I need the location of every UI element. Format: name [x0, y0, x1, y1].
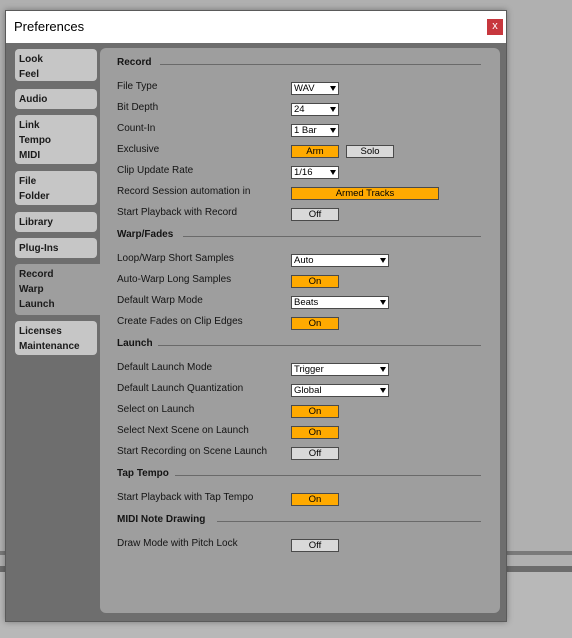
chevron-down-icon [380, 367, 386, 372]
tab-label: Audio [19, 94, 48, 105]
auto-warp-toggle[interactable]: On [291, 275, 339, 288]
file-type-dropdown[interactable]: WAV [291, 82, 339, 95]
close-button[interactable]: x [487, 19, 503, 35]
label-default-warp-mode: Default Warp Mode [117, 295, 203, 306]
dropdown-value: 24 [294, 104, 305, 115]
section-divider [183, 236, 481, 237]
label-record-automation: Record Session automation in [117, 186, 251, 197]
tab-label: Library [19, 217, 53, 228]
chevron-down-icon [380, 258, 386, 263]
create-fades-toggle[interactable]: On [291, 317, 339, 330]
chevron-down-icon [380, 300, 386, 305]
tab-label: Folder [19, 191, 50, 202]
pitch-lock-toggle[interactable]: Off [291, 539, 339, 552]
start-recording-scene-toggle[interactable]: Off [291, 447, 339, 460]
dropdown-value: 1/16 [294, 167, 313, 178]
chevron-down-icon [330, 170, 336, 175]
tab-label: Look [19, 54, 43, 65]
tab-label: Record [19, 269, 54, 280]
label-select-next-scene: Select Next Scene on Launch [117, 425, 249, 436]
tab-label: Link [19, 120, 40, 131]
tab-label: MIDI [19, 150, 41, 161]
default-warp-mode-dropdown[interactable]: Beats [291, 296, 389, 309]
tab-label: Warp [19, 284, 44, 295]
tab-link-tempo-midi[interactable]: Link Tempo MIDI [15, 115, 97, 164]
count-in-dropdown[interactable]: 1 Bar [291, 124, 339, 137]
chevron-down-icon [330, 86, 336, 91]
tab-label: Licenses [19, 326, 62, 337]
preferences-window: Preferences x Look Feel Audio Link Tempo… [5, 10, 507, 622]
record-automation-selector[interactable]: Armed Tracks [291, 187, 439, 200]
label-create-fades: Create Fades on Clip Edges [117, 316, 243, 327]
tab-look-feel[interactable]: Look Feel [15, 49, 97, 81]
section-divider [160, 64, 481, 65]
default-launch-quantization-dropdown[interactable]: Global [291, 384, 389, 397]
label-file-type: File Type [117, 81, 158, 92]
tab-licenses-maintenance[interactable]: Licenses Maintenance [15, 321, 97, 355]
section-divider [158, 345, 481, 346]
tab-plug-ins[interactable]: Plug-Ins [15, 238, 97, 258]
label-select-on-launch: Select on Launch [117, 404, 195, 415]
label-clip-update-rate: Clip Update Rate [117, 165, 194, 176]
section-record: Record [117, 57, 152, 68]
start-playback-record-toggle[interactable]: Off [291, 208, 339, 221]
label-exclusive: Exclusive [117, 144, 160, 155]
chevron-down-icon [330, 107, 336, 112]
exclusive-solo-toggle[interactable]: Solo [346, 145, 394, 158]
select-on-launch-toggle[interactable]: On [291, 405, 339, 418]
dropdown-value: Beats [294, 297, 319, 308]
dropdown-value: Global [294, 385, 322, 396]
label-pitch-lock: Draw Mode with Pitch Lock [117, 538, 238, 549]
dropdown-value: Auto [294, 255, 314, 266]
tab-file-folder[interactable]: File Folder [15, 171, 97, 205]
loop-warp-dropdown[interactable]: Auto [291, 254, 389, 267]
chevron-down-icon [330, 128, 336, 133]
section-divider [175, 475, 481, 476]
tab-label: File [19, 176, 37, 187]
label-start-recording-scene: Start Recording on Scene Launch [117, 446, 268, 457]
section-tap-tempo: Tap Tempo [117, 468, 169, 479]
tab-label: Launch [19, 299, 55, 310]
label-start-playback-record: Start Playback with Record [117, 207, 238, 218]
section-midi-note-drawing: MIDI Note Drawing [117, 514, 206, 525]
tab-label: Feel [19, 69, 40, 80]
label-tap-playback: Start Playback with Tap Tempo [117, 492, 254, 503]
section-divider [217, 521, 481, 522]
bit-depth-dropdown[interactable]: 24 [291, 103, 339, 116]
tab-audio[interactable]: Audio [15, 89, 97, 109]
title-bar: Preferences x [6, 11, 506, 43]
label-default-launch-mode: Default Launch Mode [117, 362, 213, 373]
label-bit-depth: Bit Depth [117, 102, 159, 113]
chevron-down-icon [380, 388, 386, 393]
label-default-launch-quantization: Default Launch Quantization [117, 383, 244, 394]
tap-playback-toggle[interactable]: On [291, 493, 339, 506]
dropdown-value: 1 Bar [294, 125, 317, 136]
default-launch-mode-dropdown[interactable]: Trigger [291, 363, 389, 376]
clip-update-rate-dropdown[interactable]: 1/16 [291, 166, 339, 179]
settings-panel: Record File Type WAV Bit Depth 24 Count-… [100, 48, 500, 613]
label-loop-warp: Loop/Warp Short Samples [117, 253, 234, 264]
dropdown-value: WAV [294, 83, 315, 94]
select-next-scene-toggle[interactable]: On [291, 426, 339, 439]
window-title: Preferences [14, 19, 85, 34]
section-launch: Launch [117, 338, 153, 349]
tab-label: Tempo [19, 135, 52, 146]
tab-library[interactable]: Library [15, 212, 97, 232]
dropdown-value: Trigger [294, 364, 324, 375]
exclusive-arm-toggle[interactable]: Arm [291, 145, 339, 158]
tab-label: Maintenance [19, 341, 80, 352]
tab-record-warp-launch[interactable]: Record Warp Launch [15, 264, 106, 315]
label-auto-warp: Auto-Warp Long Samples [117, 274, 232, 285]
label-count-in: Count-In [117, 123, 156, 134]
tab-label: Plug-Ins [19, 243, 59, 254]
section-warp-fades: Warp/Fades [117, 229, 174, 240]
